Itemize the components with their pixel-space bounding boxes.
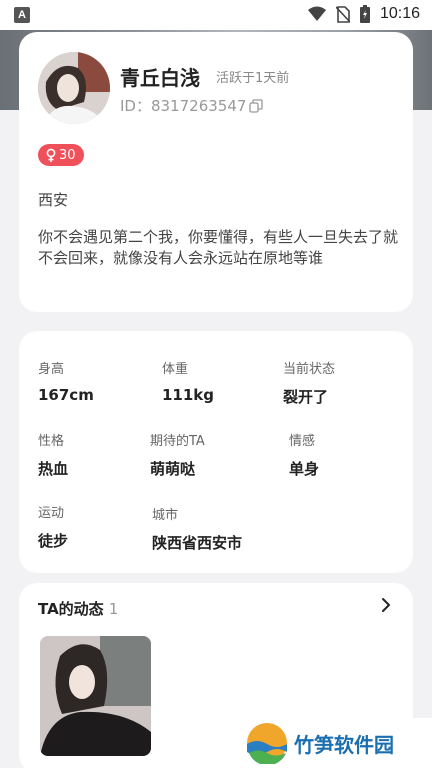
status-bar: A 10:16 [0,0,432,30]
avatar[interactable] [38,52,110,124]
detail-label: 性格 [38,434,65,449]
detail-label: 情感 [289,434,316,449]
moments-title: TA的动态 [38,600,104,618]
moments-count: 1 [108,600,119,618]
detail-height: 身高 167cm [38,358,94,404]
detail-value: 热血 [38,460,69,478]
clock-text: 10:16 [379,5,420,22]
profile-details-card: 身高 167cm 体重 111kg 当前状态 裂开了 性格 热血 期待的TA 萌… [19,331,413,573]
detail-value: 111kg [162,386,215,404]
detail-relationship: 情感 单身 [289,430,319,479]
user-id-text: ID：8317263547 [120,97,247,115]
moments-header: TA的动态 1 [38,598,118,619]
detail-label: 体重 [162,362,189,377]
user-id: ID：8317263547 [120,95,264,116]
detail-label: 当前状态 [283,362,336,377]
bio-text: 你不会遇见第二个我，你要懂得，有些人一旦失去了就不会回来，就像没有人会永远站在原… [38,228,399,267]
profile-card: 青丘白浅 活跃于1天前 ID：8317263547 30 西安 你不会遇见第二个… [19,32,413,312]
wifi-icon [307,6,326,21]
watermark-text: 竹笋软件园 [294,732,394,757]
age-badge: 30 [38,144,84,166]
app-notification-icon: A [14,7,30,23]
detail-label: 运动 [38,506,65,521]
age-text: 30 [59,147,76,163]
status-icons: 10:16 [307,5,420,23]
moment-photo[interactable] [40,636,151,756]
battery-icon [359,5,370,23]
female-icon [46,148,56,162]
detail-expected: 期待的TA 萌萌哒 [150,430,205,479]
user-name: 青丘白浅 [120,66,200,90]
detail-weight: 体重 111kg [162,358,214,404]
watermark: 竹笋软件园 [240,718,432,768]
detail-personality: 性格 热血 [38,430,68,479]
chevron-right-icon[interactable] [379,597,393,613]
detail-label: 城市 [152,508,179,523]
detail-value: 167cm [38,386,94,404]
detail-label: 身高 [38,362,65,377]
no-sim-icon [335,5,350,23]
detail-status: 当前状态 裂开了 [283,358,335,407]
detail-value: 徒步 [38,532,69,550]
detail-value: 裂开了 [283,388,329,406]
city-text: 西安 [38,191,69,209]
last-active-text: 活跃于1天前 [216,71,290,86]
detail-value: 陕西省西安市 [152,534,243,552]
detail-value: 单身 [289,460,320,478]
detail-sport: 运动 徒步 [38,502,68,551]
watermark-logo-icon [247,723,287,764]
detail-location: 城市 陕西省西安市 [152,504,242,553]
detail-label: 期待的TA [150,434,205,449]
copy-icon[interactable] [249,98,264,113]
detail-value: 萌萌哒 [150,460,196,478]
